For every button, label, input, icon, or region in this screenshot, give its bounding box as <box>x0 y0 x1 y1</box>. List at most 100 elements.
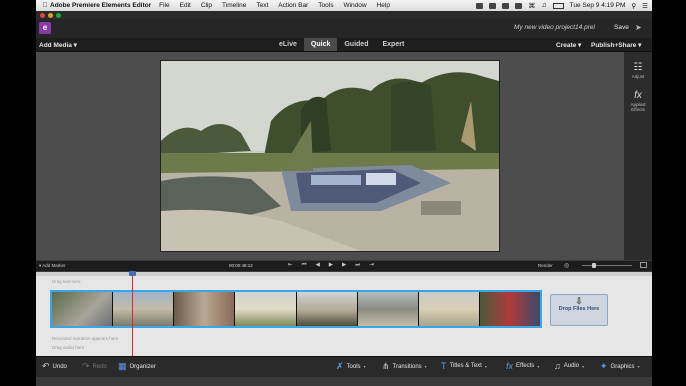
titles-text-caret-icon: ▾ <box>484 363 487 369</box>
go-to-start-icon[interactable]: ⇤ <box>288 262 293 269</box>
video-clip[interactable] <box>418 292 480 326</box>
video-clip[interactable] <box>235 292 297 326</box>
menu-tools[interactable]: Tools <box>318 2 333 9</box>
video-clip[interactable] <box>296 292 358 326</box>
graphics-caret-icon: ▾ <box>637 364 640 369</box>
menu-help[interactable]: Help <box>377 2 390 9</box>
tab-quick[interactable]: Quick <box>303 38 338 51</box>
menu-clip[interactable]: Clip <box>201 2 212 9</box>
publish-share-button[interactable]: Publish+Share ▾ <box>591 41 641 49</box>
drop-files-label: Drop Files Here <box>558 306 600 312</box>
adjust-button[interactable]: ☷ Adjust <box>624 62 652 79</box>
transitions-caret-icon: ▾ <box>424 364 427 369</box>
video-clip[interactable] <box>52 292 114 326</box>
tab-expert[interactable]: Expert <box>375 38 411 51</box>
fx-icon: fx <box>634 90 642 101</box>
audio-label: Audio <box>563 363 580 369</box>
tools-icon: ✗ <box>336 361 344 371</box>
menu-file[interactable]: File <box>159 2 169 9</box>
menu-timeline[interactable]: Timeline <box>222 2 246 9</box>
mode-tabs: eLive Quick Guided Expert <box>272 38 411 51</box>
status-icon[interactable] <box>476 2 484 9</box>
save-button[interactable]: Save <box>614 24 629 31</box>
project-header: e My new video project14.prel Save ➤ <box>36 19 652 38</box>
graphics-button[interactable]: ✦ Graphics ▾ <box>600 361 640 372</box>
clock[interactable]: Tue Sep 9 4:19 PM <box>570 2 626 9</box>
transitions-icon: ⋔ <box>382 361 390 371</box>
organizer-button[interactable]: ▦ Organizer <box>118 361 156 372</box>
timecode[interactable]: 00:00:48:12 <box>229 263 253 268</box>
zoom-slider-track[interactable] <box>582 265 632 266</box>
menu-edit[interactable]: Edit <box>180 2 191 9</box>
text-track-hint: Drag text here <box>52 279 81 284</box>
right-panel: ☷ Adjust fx Applied Effects <box>624 52 652 260</box>
tab-guided[interactable]: Guided <box>337 38 375 51</box>
transitions-button[interactable]: ⋔ Transitions ▾ <box>382 361 427 372</box>
applied-effects-button[interactable]: fx Applied Effects <box>624 90 652 112</box>
volume-icon[interactable]: ♫ <box>541 2 546 9</box>
video-clip[interactable] <box>174 292 236 326</box>
minimize-window-button[interactable] <box>48 12 53 18</box>
titles-text-button[interactable]: T Titles & Text ▾ <box>441 361 487 371</box>
video-clip[interactable] <box>113 292 175 326</box>
status-icon[interactable] <box>489 2 497 9</box>
previous-edit-icon[interactable]: ⏮ <box>302 262 307 269</box>
fx-icon: fx <box>506 361 514 371</box>
go-to-end-icon[interactable]: ⇥ <box>369 262 374 269</box>
wifi-icon[interactable]: ⌘ <box>528 2 535 10</box>
close-window-button[interactable] <box>40 12 45 18</box>
playhead[interactable] <box>132 272 133 356</box>
video-clip[interactable] <box>357 292 419 326</box>
battery-icon[interactable] <box>552 2 564 9</box>
narration-track-hint: Recorded narration appears here <box>52 336 119 341</box>
mac-menu-bar:  Adobe Premiere Elements Editor File Ed… <box>36 0 652 11</box>
undo-icon: ↶ <box>42 361 50 371</box>
audio-caret-icon: ▾ <box>582 363 585 369</box>
music-note-icon: ♫ <box>554 361 561 371</box>
zoom-slider-handle[interactable] <box>592 263 596 268</box>
video-preview[interactable] <box>160 60 500 252</box>
add-marker-button[interactable]: ▾ Add Marker <box>39 263 66 269</box>
tab-elive[interactable]: eLive <box>272 38 304 51</box>
menu-text[interactable]: Text <box>256 2 268 9</box>
drop-files-target[interactable]: ⇩ Drop Files Here <box>550 294 608 326</box>
status-icon[interactable] <box>502 2 510 9</box>
video-track-clips[interactable] <box>50 290 542 328</box>
tools-button[interactable]: ✗ Tools ▾ <box>336 361 366 372</box>
effects-button[interactable]: fx Effects ▾ <box>506 361 539 371</box>
app-name-menu[interactable]: Adobe Premiere Elements Editor <box>50 2 151 9</box>
audio-button[interactable]: ♫ Audio ▾ <box>554 361 584 371</box>
apple-icon[interactable]:  <box>40 2 50 9</box>
tools-caret-icon: ▾ <box>363 364 366 369</box>
menu-window[interactable]: Window <box>343 2 366 9</box>
add-media-button[interactable]: Add Media ▾ <box>39 41 77 49</box>
search-icon[interactable]: ⚲ <box>631 2 636 10</box>
eye-icon[interactable]: ◎ <box>564 262 569 269</box>
status-icon[interactable] <box>515 2 523 9</box>
video-clip[interactable] <box>479 292 540 326</box>
tools-label: Tools <box>346 363 361 370</box>
play-icon[interactable]: ▶ <box>329 262 333 269</box>
step-back-icon[interactable]: ◀ <box>316 262 320 269</box>
audio-track-hint: Drag audio here <box>52 345 85 350</box>
mode-bar: Add Media ▾ eLive Quick Guided Expert Cr… <box>36 38 652 52</box>
undo-button[interactable]: ↶ Undo <box>42 361 67 372</box>
playhead-handle[interactable] <box>129 271 136 276</box>
organizer-icon: ▦ <box>118 361 127 371</box>
effects-caret-icon: ▾ <box>537 363 540 369</box>
list-icon[interactable]: ☰ <box>642 2 648 10</box>
menu-action-bar[interactable]: Action Bar <box>278 2 308 9</box>
premiere-elements-window:  Adobe Premiere Elements Editor File Ed… <box>36 0 652 386</box>
transport-bar: ▾ Add Marker 00:00:48:12 ⇤ ⏮ ◀ ▶ ▶ ⏭ ⇥ R… <box>36 261 652 271</box>
step-forward-icon[interactable]: ▶ <box>342 262 346 269</box>
titles-text-label: Titles & Text <box>449 363 482 369</box>
render-button[interactable]: Render <box>538 263 553 268</box>
redo-button[interactable]: ↷ Redo <box>82 361 107 372</box>
fit-icon[interactable] <box>640 262 647 268</box>
create-button[interactable]: Create ▾ <box>556 41 581 49</box>
effects-label: Effects <box>516 363 535 369</box>
zoom-window-button[interactable] <box>56 12 61 18</box>
share-icon[interactable]: ➤ <box>635 23 642 32</box>
next-edit-icon[interactable]: ⏭ <box>355 262 360 269</box>
timeline[interactable]: Drag text here ⇩ Drop Files Here Recorde… <box>36 271 652 356</box>
